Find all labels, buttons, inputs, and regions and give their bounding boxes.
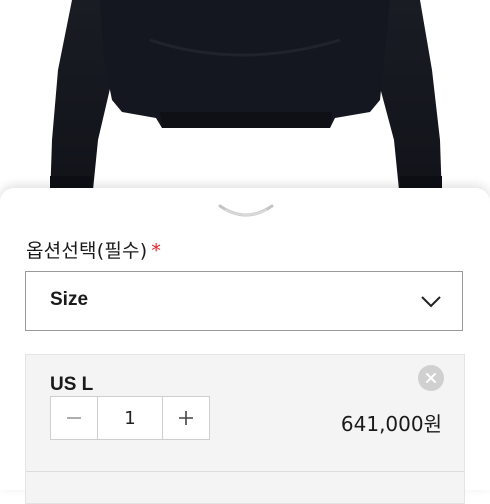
divider [26, 471, 464, 472]
quantity-input[interactable] [97, 397, 163, 439]
sheet-handle[interactable] [218, 202, 274, 222]
option-label: 옵션선택(필수) * [26, 236, 161, 263]
close-icon [426, 373, 436, 383]
decrement-button[interactable] [51, 397, 97, 439]
select-value: Size [50, 289, 89, 310]
chevron-down-icon [421, 296, 441, 308]
increment-button[interactable] [163, 397, 209, 439]
required-mark: * [151, 240, 162, 262]
sweater-image [50, 0, 442, 200]
quantity-stepper [50, 396, 210, 440]
product-image [0, 0, 490, 200]
minus-icon [67, 417, 81, 419]
plus-icon [179, 411, 193, 425]
size-select[interactable]: Size [25, 271, 463, 331]
item-price: 641,000원 [340, 412, 442, 436]
item-name: US L [50, 374, 94, 395]
option-sheet: 옵션선택(필수) * Size US L 1 641,000원 [0, 188, 490, 504]
remove-item-button[interactable] [418, 365, 444, 391]
option-label-text: 옵션선택(필수) [26, 240, 148, 262]
selected-option-item: US L 641,000원 [25, 354, 465, 504]
chevron-down-icon [218, 204, 274, 217]
